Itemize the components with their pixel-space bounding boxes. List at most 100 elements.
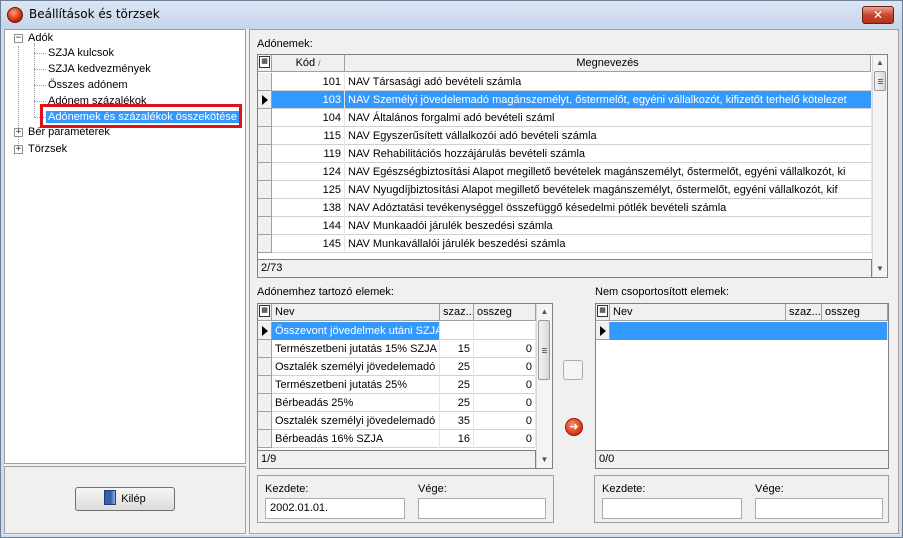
grid-corner[interactable]: ▦ (596, 304, 610, 321)
table-row[interactable]: 119 NAV Rehabilitációs hozzájárulás bevét… (258, 145, 872, 163)
grid-corner[interactable]: ▦ (258, 304, 272, 321)
cell-nev: Természetbeni jutatás 15% SZJA (272, 340, 440, 358)
cell-szazalek: 25 (440, 376, 474, 394)
table-row-selected[interactable]: 103 NAV Személyi jövedelemadó magánszemél… (258, 91, 872, 109)
tartozo-vertical-scrollbar[interactable]: ▲ ▼ (536, 304, 552, 468)
tree-node-torzsek[interactable]: Törzsek (28, 142, 67, 157)
grip-line (878, 79, 883, 80)
scroll-up-icon[interactable]: ▲ (873, 55, 887, 71)
cell-kod: 101 (272, 73, 345, 91)
exit-button[interactable]: Kilép (75, 487, 175, 511)
scroll-down-icon[interactable]: ▼ (537, 452, 552, 468)
nem-csoportositott-grid[interactable]: ▦ Nev szaz... osszeg 0/0 (595, 303, 889, 469)
table-row[interactable]: Bérbeadás 16% SZJA 16 0 (258, 430, 536, 448)
table-row[interactable]: Természetbeni jutatás 25% 25 0 (258, 376, 536, 394)
table-row[interactable]: Osztalék személyi jövedelemadó ... 25 0 (258, 358, 536, 376)
table-row-selected[interactable]: Összevont jövedelmek utáni SZJA (258, 322, 536, 340)
row-indicator (258, 376, 272, 394)
kezdete-input[interactable] (602, 498, 742, 519)
expand-icon[interactable]: + (14, 145, 23, 154)
bottom-left-panel: Kilép (4, 466, 246, 534)
move-left-button[interactable] (563, 360, 583, 380)
row-indicator (258, 217, 272, 235)
cell-szazalek: 15 (440, 340, 474, 358)
table-row[interactable]: 144 NAV Munkaadói járulék beszedési száml… (258, 217, 872, 235)
scroll-up-icon[interactable]: ▲ (537, 304, 552, 320)
collapse-icon[interactable]: − (14, 34, 23, 43)
column-header-szazalek[interactable]: szaz... (440, 304, 474, 321)
table-row[interactable]: 138 NAV Adóztatási tevékenységgel összefü… (258, 199, 872, 217)
cell-nev: Természetbeni jutatás 25% (272, 376, 440, 394)
tree-connector (34, 43, 35, 117)
tree-connector (34, 101, 46, 102)
column-header-nev[interactable]: Nev (272, 304, 440, 321)
table-row[interactable]: 125 NAV Nyugdíjbiztosítási Alapot megille… (258, 181, 872, 199)
adonemek-vertical-scrollbar[interactable]: ▲ ▼ (872, 55, 887, 277)
table-row[interactable]: 124 NAV Egészségbiztosítási Alapot megill… (258, 163, 872, 181)
scroll-thumb[interactable] (538, 320, 550, 380)
tartozo-label: Adónemhez tartozó elemek: (257, 286, 394, 298)
cell-nev: NAV Munkavállalói járulék beszedési szám… (345, 235, 872, 253)
row-indicator (258, 358, 272, 376)
tree-node-szja-kulcsok[interactable]: SZJA kulcsok (48, 46, 114, 61)
cell-nev: NAV Munkaadói járulék beszedési számla (345, 217, 872, 235)
cell-nev: NAV Rehabilitációs hozzájárulás bevételi… (345, 145, 872, 163)
table-row[interactable]: Osztalék személyi jövedelemadó ... 35 0 (258, 412, 536, 430)
tree-node-osszes-adonem[interactable]: Összes adónem (48, 78, 127, 93)
table-row[interactable]: Bérbeadás 25% 25 0 (258, 394, 536, 412)
scroll-thumb[interactable] (874, 71, 886, 91)
cell-kod: 104 (272, 109, 345, 127)
column-kod-label: Kód (295, 57, 316, 69)
title-bar[interactable]: Beállítások és törzsek ✕ (1, 1, 902, 29)
row-indicator (258, 127, 272, 145)
tartozo-grid[interactable]: ▦ Nev szaz... osszeg Összevont jövedelme… (257, 303, 553, 469)
cell-kod: 103 (272, 91, 345, 109)
column-header-kod[interactable]: Kód / (272, 55, 345, 72)
expand-icon[interactable]: + (14, 128, 23, 137)
close-button[interactable]: ✕ (862, 6, 894, 24)
table-row[interactable]: 115 NAV Egyszerűsített vállalkozói adó be… (258, 127, 872, 145)
adonemek-grid[interactable]: ▦ Kód / Megnevezés 101 NAV Társasági adó … (257, 54, 888, 278)
table-row-selected[interactable] (596, 322, 888, 340)
vege-input[interactable] (755, 498, 883, 519)
table-row[interactable]: 145 NAV Munkavállalói járulék beszedési s… (258, 235, 872, 253)
cell-nev: NAV Nyugdíjbiztosítási Alapot megillető … (345, 181, 872, 199)
column-header-szazalek[interactable]: szaz... (786, 304, 822, 321)
cell-szazalek: 25 (440, 358, 474, 376)
cell-osszeg (474, 322, 536, 340)
table-row[interactable]: 104 NAV Általános forgalmi adó bevételi s… (258, 109, 872, 127)
kezdete-label: Kezdete: (602, 483, 646, 495)
vege-label: Vége: (755, 483, 784, 495)
column-header-megnevezes[interactable]: Megnevezés (345, 55, 871, 72)
table-row[interactable]: Természetbeni jutatás 15% SZJA 15 0 (258, 340, 536, 358)
row-indicator (258, 340, 272, 358)
cell-kod: 138 (272, 199, 345, 217)
scroll-down-icon[interactable]: ▼ (873, 261, 887, 277)
tree-node-adok[interactable]: Adók (28, 31, 53, 46)
grid-settings-icon: ▦ (259, 305, 270, 317)
row-indicator (258, 199, 272, 217)
cell-osszeg: 0 (474, 340, 536, 358)
nem-csoportositott-record-counter: 0/0 (596, 450, 888, 468)
tree-connector (34, 85, 46, 86)
column-header-osszeg[interactable]: osszeg (474, 304, 536, 321)
kezdete-input[interactable]: 2002.01.01. (265, 498, 405, 519)
settings-tree[interactable]: − Adók SZJA kulcsok SZJA kedvezmények Ös… (4, 29, 246, 464)
row-indicator (258, 145, 272, 163)
cell-szazalek (440, 322, 474, 340)
column-header-nev[interactable]: Nev (610, 304, 786, 321)
cell-kod: 145 (272, 235, 345, 253)
cell-nev: NAV Társasági adó bevételi számla (345, 73, 872, 91)
tree-node-szja-kedvezmenyek[interactable]: SZJA kedvezmények (48, 62, 151, 77)
right-panel: Adónemek: ▦ Kód / Megnevezés 101 NAV Társ… (249, 29, 899, 534)
grid-corner[interactable]: ▦ (258, 55, 272, 72)
vege-input[interactable] (418, 498, 546, 519)
table-row[interactable]: 101 NAV Társasági adó bevételi számla (258, 73, 872, 91)
move-right-icon[interactable]: ➔ (565, 418, 583, 436)
current-row-icon (258, 322, 272, 340)
row-indicator (258, 412, 272, 430)
client-area: − Adók SZJA kulcsok SZJA kedvezmények Ös… (4, 29, 899, 535)
kezdete-label: Kezdete: (265, 483, 309, 495)
cell-osszeg: 0 (474, 394, 536, 412)
column-header-osszeg[interactable]: osszeg (822, 304, 888, 321)
